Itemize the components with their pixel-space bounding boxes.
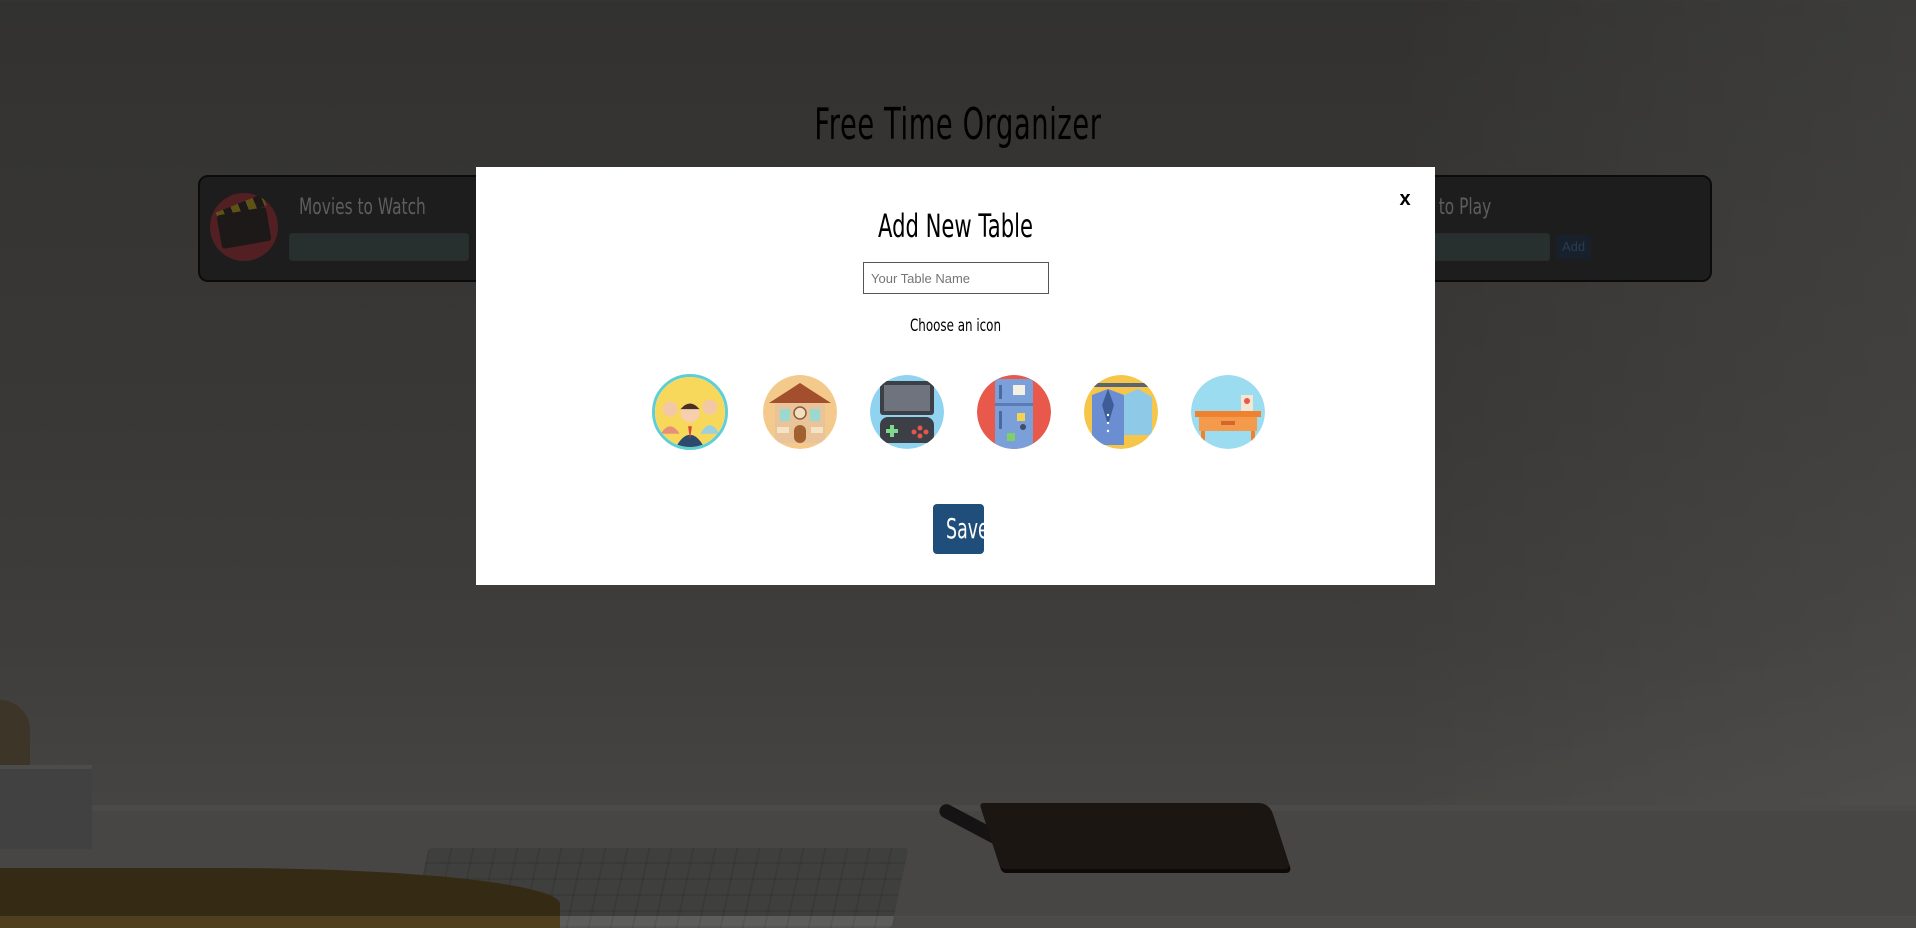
- icon-choices: [652, 374, 1265, 455]
- desk-icon[interactable]: [1191, 375, 1265, 449]
- fridge-icon[interactable]: [977, 375, 1051, 449]
- table-name-input[interactable]: [863, 262, 1049, 294]
- house-icon[interactable]: [763, 375, 837, 449]
- close-button[interactable]: x: [1393, 187, 1417, 211]
- game-console-icon[interactable]: [870, 375, 944, 449]
- add-table-modal: x Add New Table Choose an icon: [476, 167, 1435, 585]
- choose-icon-label: Choose an icon: [909, 316, 1001, 336]
- people-icon[interactable]: [652, 374, 728, 450]
- save-button-label: Save: [946, 512, 989, 545]
- wardrobe-icon[interactable]: [1084, 375, 1158, 449]
- modal-title: Add New Table: [878, 207, 1033, 245]
- save-button[interactable]: Save: [933, 504, 989, 554]
